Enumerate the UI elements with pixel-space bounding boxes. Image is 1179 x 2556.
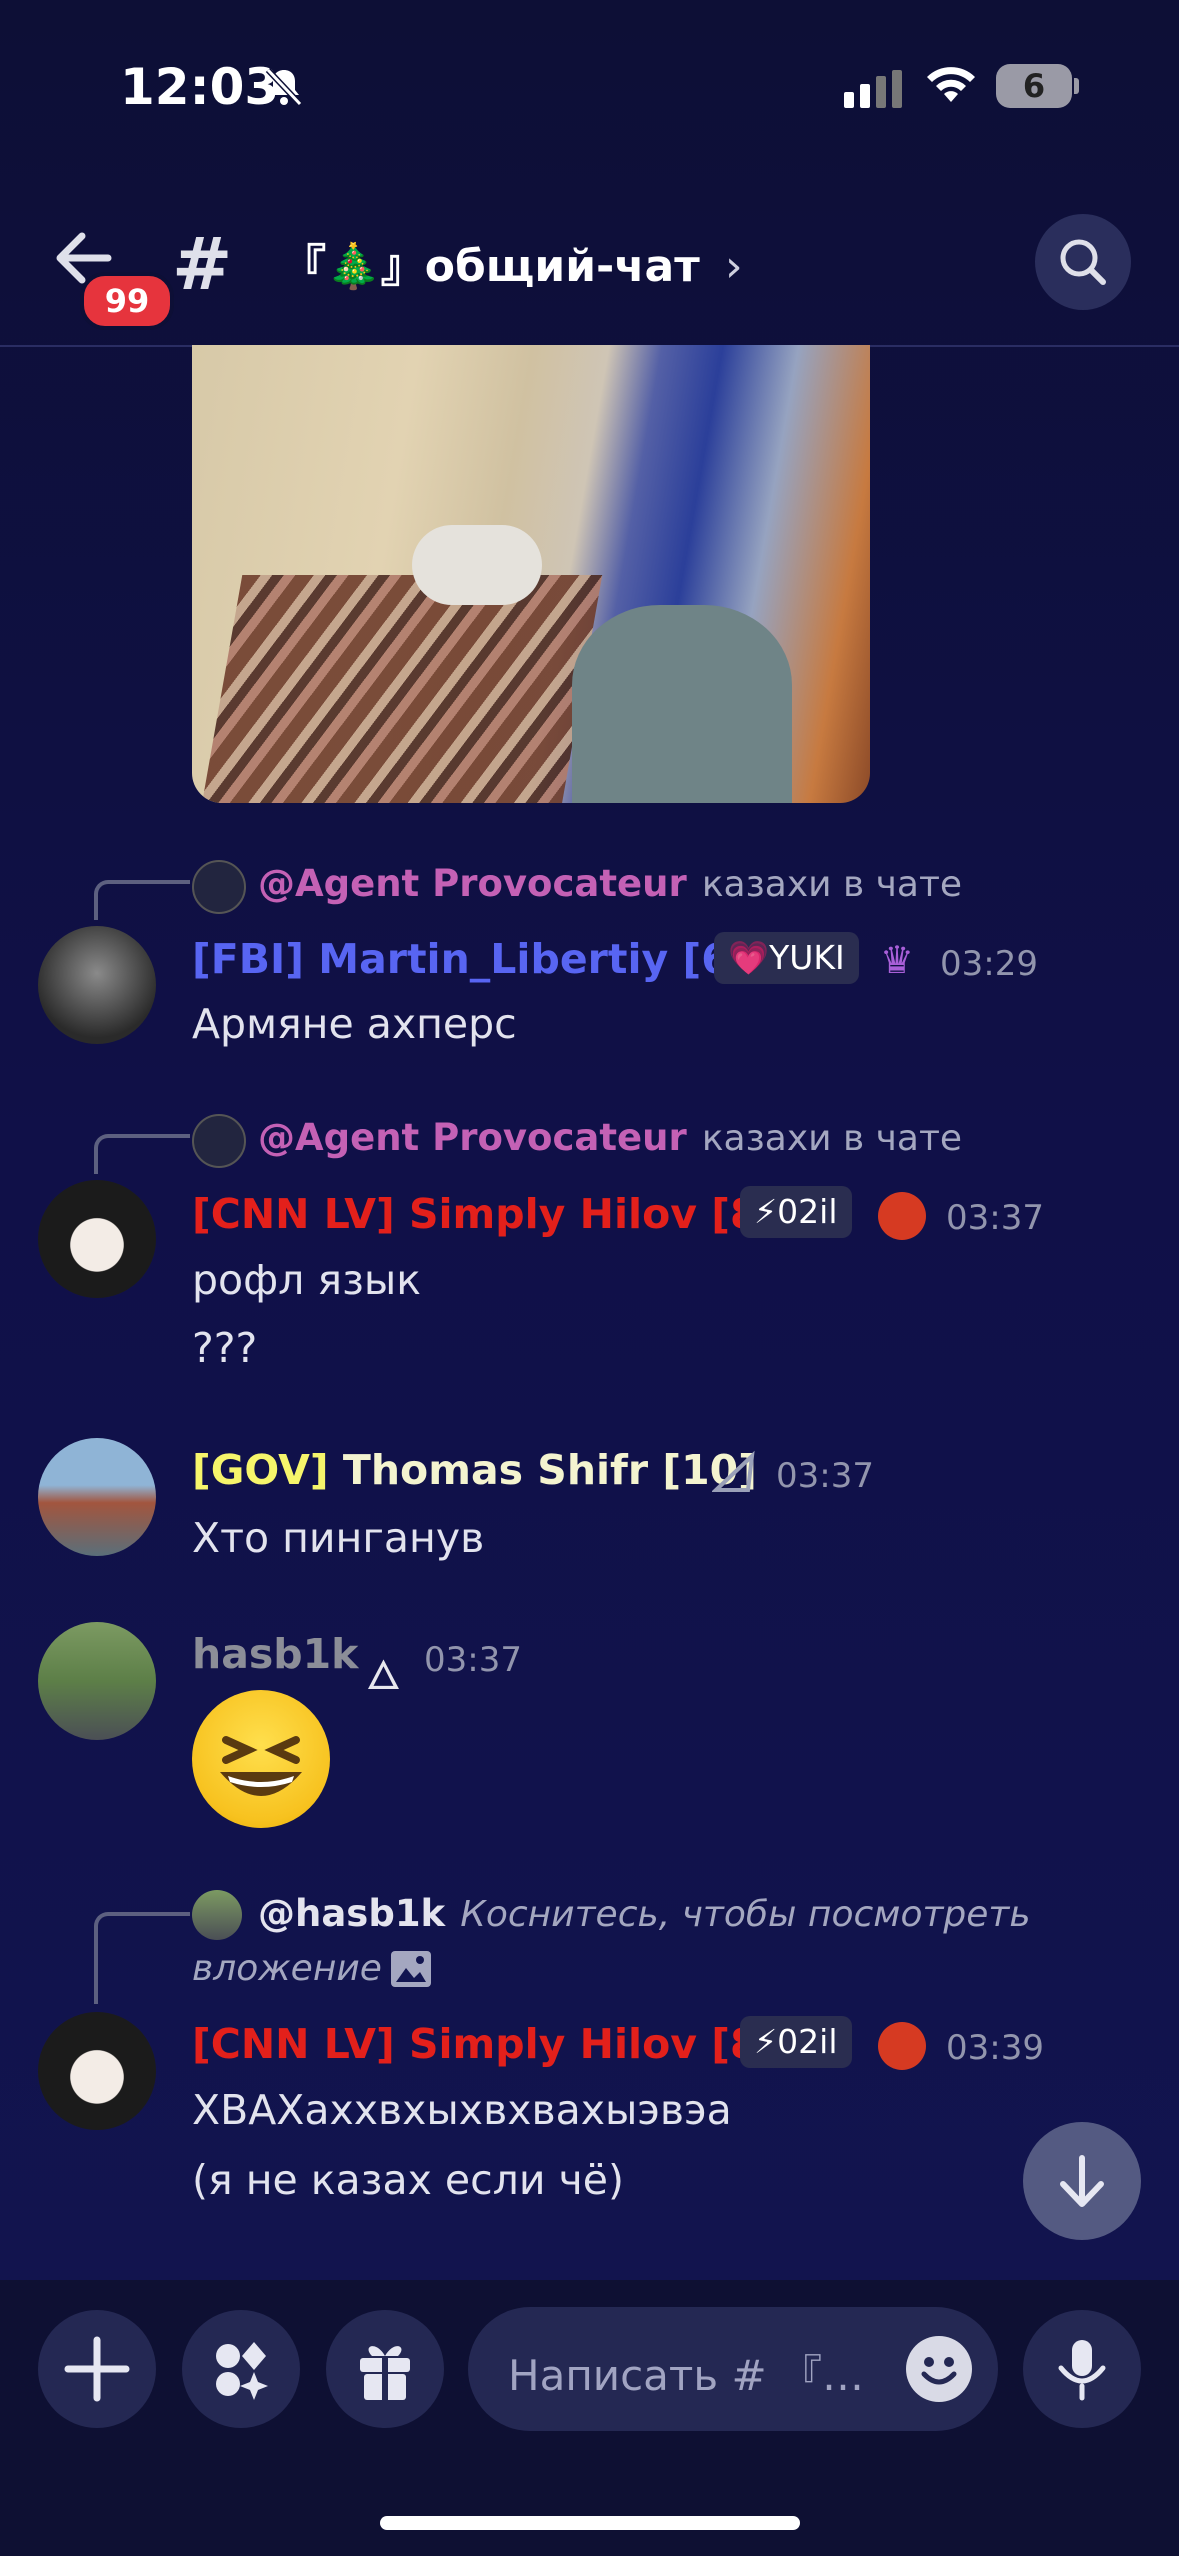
avatar[interactable] [38, 926, 156, 1044]
flame-icon: 🜂 [366, 1653, 401, 1699]
reply-preview[interactable]: @Agent Provocateur казахи в чате [258, 1116, 962, 1159]
search-icon [1060, 239, 1106, 285]
voice-message-button[interactable] [1023, 2310, 1141, 2428]
reply-mention[interactable]: @Agent Provocateur [258, 1116, 687, 1159]
reply-text: казахи в чате [701, 864, 963, 905]
angry-face-icon [878, 1192, 926, 1240]
avatar[interactable] [38, 1180, 156, 1298]
reply-preview[interactable]: @hasb1k Коснитесь, чтобы посмотреть [258, 1892, 1078, 1935]
reply-connector [94, 880, 190, 920]
battery-tip [1074, 78, 1079, 94]
add-attachment-button[interactable] [38, 2310, 156, 2428]
reply-text: Коснитесь, чтобы посмотреть [460, 1894, 1031, 1935]
microphone-icon [1058, 2340, 1106, 2401]
battery-indicator: 6 [996, 64, 1072, 108]
server-tag[interactable]: 💗YUKI [714, 932, 859, 984]
message-time: 03:39 [946, 2028, 1044, 2068]
channel-title[interactable]: 『🎄』общий-чат › [282, 230, 743, 294]
author-prefix: [GOV] [192, 1446, 329, 1494]
message-author[interactable]: hasb1k [192, 1630, 358, 1678]
message-time: 03:29 [940, 944, 1038, 984]
avatar[interactable] [38, 1622, 156, 1740]
bell-muted-icon [265, 67, 303, 107]
message-text: Армяне ахперс [192, 1000, 517, 1048]
gift-icon [360, 2346, 410, 2400]
message-text: ??? [192, 1324, 258, 1372]
message-input-placeholder: Написать # 『… [508, 2351, 865, 2400]
emoji-picker-button[interactable] [906, 2336, 972, 2402]
arrow-down-icon [1060, 2155, 1104, 2207]
reply-text: казахи в чате [701, 1118, 963, 1159]
video-attachment[interactable] [192, 345, 870, 803]
reply-mention[interactable]: @Agent Provocateur [258, 862, 687, 905]
search-button[interactable] [1035, 214, 1131, 310]
message-time: 03:37 [946, 1198, 1044, 1238]
image-icon [391, 1951, 431, 1987]
cellular-signal-icon [844, 70, 902, 108]
message-text: ХВАХаххвхыхвхвахыэвэа [192, 2086, 732, 2134]
author-name: Thomas Shifr [10] [328, 1446, 757, 1494]
role-icon [712, 1450, 755, 1492]
video-frame-cloth [572, 605, 792, 803]
message-author[interactable]: [CNN LV] Simply Hilov [8] [192, 2020, 777, 2068]
server-tag[interactable]: ⚡02il [740, 1186, 852, 1238]
message-text: Хто пинганув [192, 1514, 485, 1562]
chevron-right-icon: › [725, 241, 743, 292]
apps-icon [216, 2342, 268, 2400]
channel-hash-icon: # [172, 222, 233, 306]
reply-avatar [192, 1890, 242, 1940]
video-frame-bed [201, 575, 603, 803]
reply-text-continued: вложение [192, 1948, 382, 1989]
channel-name: 『🎄』общий-чат [282, 241, 700, 292]
avatar[interactable] [38, 2012, 156, 2130]
status-time: 12:03 [120, 58, 280, 116]
unread-badge: 99 [80, 272, 174, 330]
avatar[interactable] [38, 1438, 156, 1556]
reply-connector [94, 1912, 190, 2004]
home-indicator [380, 2516, 800, 2530]
server-tag[interactable]: ⚡02il [740, 2016, 852, 2068]
message-text: рофл язык [192, 1256, 422, 1304]
reply-avatar [192, 1114, 246, 1168]
message-author[interactable]: [CNN LV] Simply Hilov [8] [192, 1190, 777, 1238]
message-time: 03:37 [424, 1640, 522, 1680]
plus-icon [64, 2336, 130, 2402]
video-frame-pillow [412, 525, 542, 605]
angry-face-icon [878, 2022, 926, 2070]
smiley-icon [921, 2357, 957, 2385]
message-author[interactable]: [FBI] Martin_Libertiy [6] [192, 935, 749, 983]
apps-button[interactable] [182, 2310, 300, 2428]
reply-connector [94, 1134, 190, 1174]
reply-mention[interactable]: @hasb1k [258, 1892, 445, 1935]
reply-avatar [192, 860, 246, 914]
message-author[interactable]: [GOV] Thomas Shifr [10] [192, 1446, 757, 1494]
role-icon: ♛ [880, 938, 915, 982]
gift-button[interactable] [326, 2310, 444, 2428]
laughing-emoji-icon [192, 1690, 330, 1828]
reply-preview[interactable]: @Agent Provocateur казахи в чате [258, 862, 962, 905]
jump-to-latest-button[interactable] [1023, 2122, 1141, 2240]
message-text: (я не казах если чё) [192, 2156, 624, 2204]
wifi-icon [927, 67, 975, 102]
message-time: 03:37 [776, 1456, 874, 1496]
